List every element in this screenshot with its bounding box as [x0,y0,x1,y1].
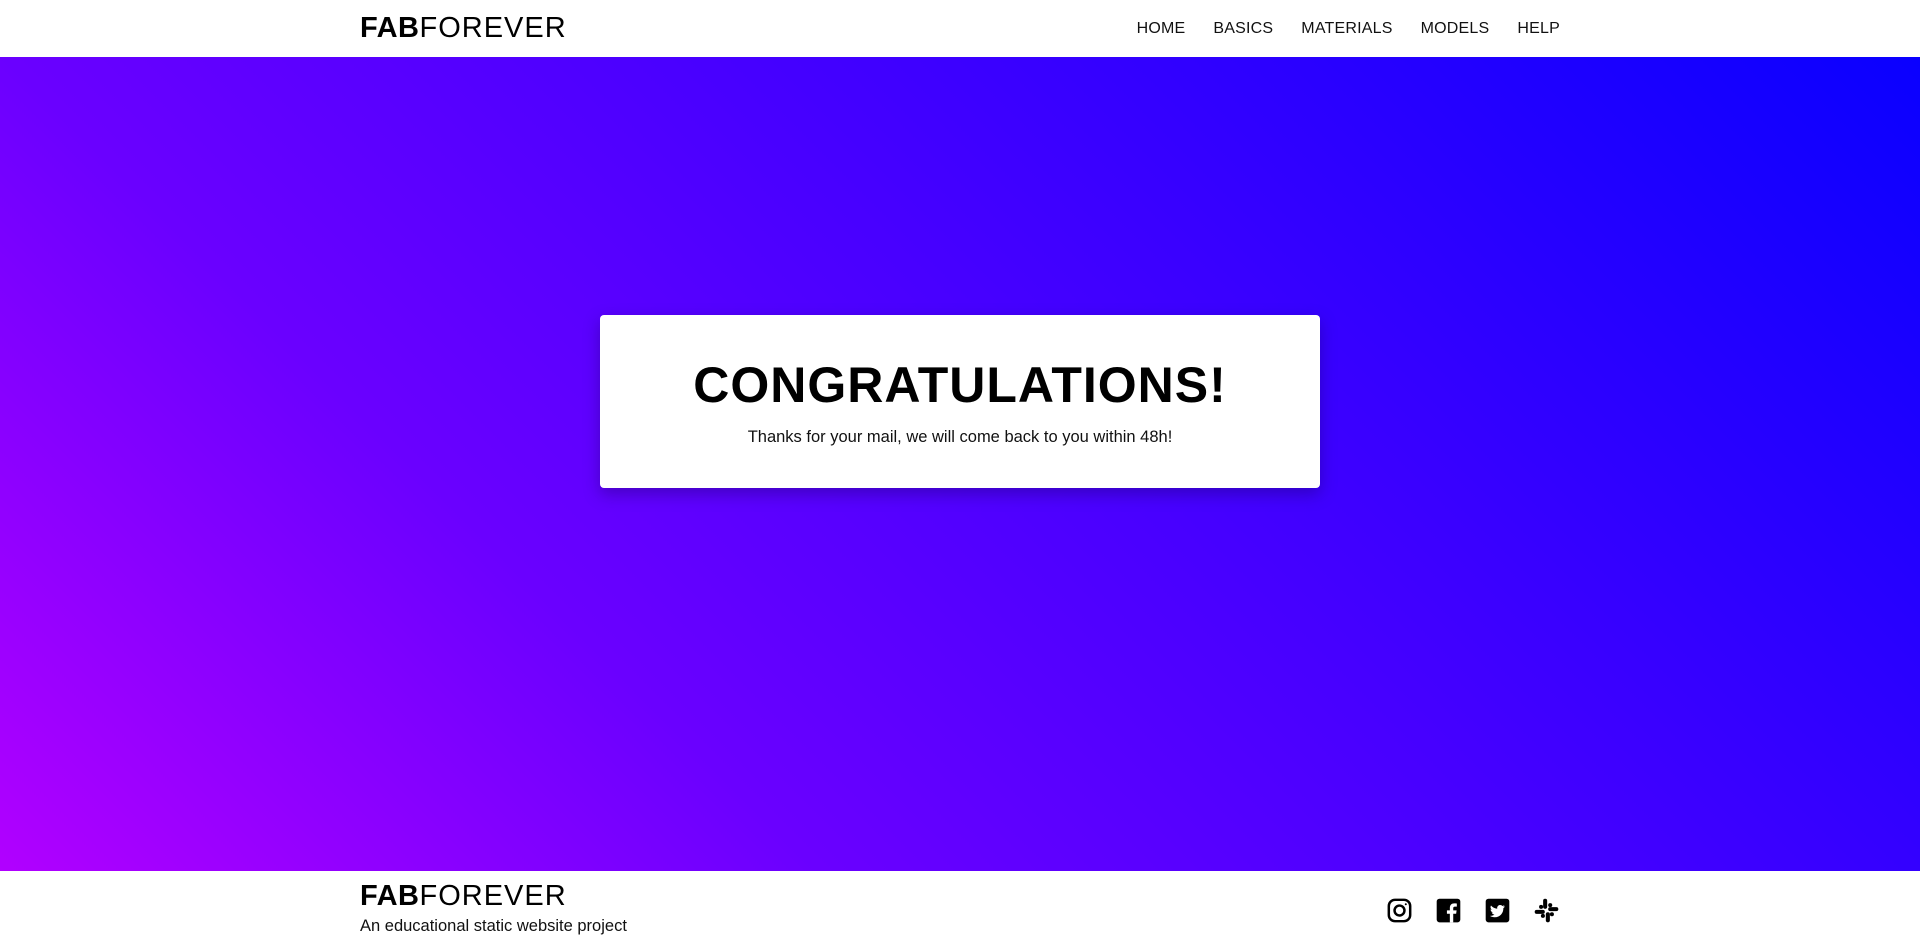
nav-link-materials[interactable]: MATERIALS [1301,20,1392,38]
footer-logo-light-text: FOREVER [419,880,567,912]
confirmation-card: CONGRATULATIONS! Thanks for your mail, w… [600,315,1320,488]
site-header: FAB FOREVER HOME BASICS MATERIALS MODELS … [0,0,1920,57]
nav-link-basics[interactable]: BASICS [1213,20,1273,38]
confirmation-message: Thanks for your mail, we will come back … [747,428,1173,446]
social-links [1386,897,1560,924]
site-logo[interactable]: FAB FOREVER [360,14,567,43]
twitter-icon[interactable] [1484,897,1511,924]
header-container: FAB FOREVER HOME BASICS MATERIALS MODELS … [360,0,1560,57]
hero-section: CONGRATULATIONS! Thanks for your mail, w… [0,57,1920,871]
nav-link-models[interactable]: MODELS [1421,20,1490,38]
footer-logo-bold-text: FAB [360,880,420,912]
footer-logo[interactable]: FAB FOREVER [360,882,627,911]
instagram-icon[interactable] [1386,897,1413,924]
nav-link-help[interactable]: HELP [1517,20,1560,38]
nav-link-home[interactable]: HOME [1137,20,1186,38]
footer-container: FAB FOREVER An educational static website… [360,871,1560,947]
confirmation-title: CONGRATULATIONS! [693,357,1227,413]
footer-brand: FAB FOREVER An educational static website… [360,882,627,936]
site-footer: FAB FOREVER An educational static website… [0,871,1920,947]
slack-icon[interactable] [1533,897,1560,924]
logo-light-text: FOREVER [419,12,567,44]
logo-bold-text: FAB [360,12,420,44]
facebook-icon[interactable] [1435,897,1462,924]
footer-tagline: An educational static website project [360,917,627,935]
main-nav: HOME BASICS MATERIALS MODELS HELP [1137,20,1560,38]
